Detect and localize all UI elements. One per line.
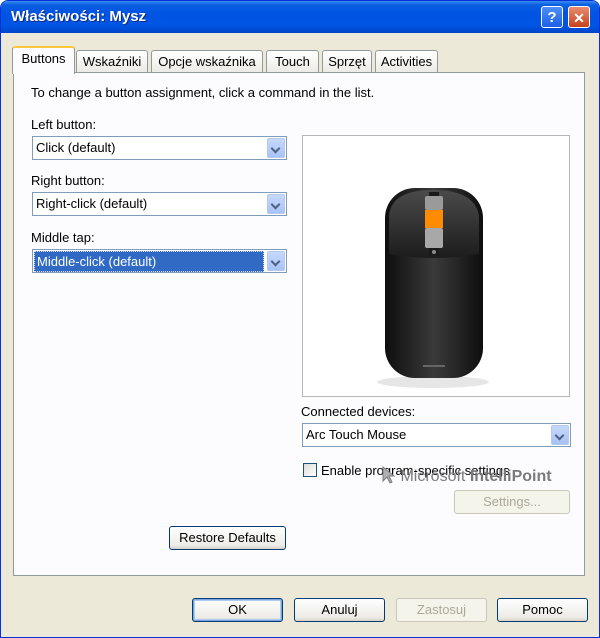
- close-icon[interactable]: ✕: [568, 6, 590, 28]
- buttons-tab-panel: To change a button assignment, click a c…: [13, 72, 585, 576]
- arc-touch-mouse-image: [377, 188, 489, 388]
- help-button[interactable]: Pomoc: [497, 598, 588, 622]
- cancel-button[interactable]: Anuluj: [294, 598, 385, 622]
- help-icon[interactable]: ?: [541, 6, 563, 28]
- title-bar[interactable]: Właściwości: Mysz ? ✕: [1, 1, 599, 33]
- right-button-value: Right-click (default): [36, 196, 148, 211]
- tab-sprzet[interactable]: Sprzęt: [322, 50, 372, 72]
- dropdown-arrow-icon[interactable]: [267, 251, 285, 271]
- ok-button[interactable]: OK: [192, 598, 283, 622]
- dropdown-arrow-icon[interactable]: [267, 194, 285, 214]
- left-button-dropdown[interactable]: Click (default): [32, 136, 287, 160]
- apply-button[interactable]: Zastosuj: [396, 598, 487, 622]
- dropdown-arrow-icon[interactable]: [551, 425, 569, 445]
- right-button-label: Right button:: [31, 173, 105, 188]
- tab-touch[interactable]: Touch: [266, 50, 319, 72]
- program-specific-checkbox[interactable]: [303, 463, 317, 477]
- dropdown-arrow-icon[interactable]: [267, 138, 285, 158]
- properties-window: Właściwości: Mysz ? ✕ Buttons Wskaźniki …: [0, 0, 600, 638]
- right-button-dropdown[interactable]: Right-click (default): [32, 192, 287, 216]
- settings-button[interactable]: Settings...: [454, 490, 570, 514]
- middle-tap-label: Middle tap:: [31, 230, 95, 245]
- intellipoint-brand: Microsoft IntelliPoint: [382, 465, 552, 486]
- left-button-label: Left button:: [31, 117, 97, 132]
- tab-opcje-wskaznika[interactable]: Opcje wskaźnika: [151, 50, 263, 72]
- left-button-value: Click (default): [36, 140, 116, 155]
- restore-defaults-button[interactable]: Restore Defaults: [169, 526, 286, 550]
- connected-devices-value: Arc Touch Mouse: [306, 427, 407, 442]
- brand-product: IntelliPoint: [469, 468, 552, 485]
- mouse-preview: [302, 135, 570, 397]
- connected-devices-label: Connected devices:: [301, 404, 416, 419]
- tab-activities[interactable]: Activities: [375, 50, 438, 72]
- window-title: Właściwości: Mysz: [11, 8, 147, 25]
- intellipoint-cursor-icon: [382, 465, 396, 484]
- brand-prefix: Microsoft: [400, 468, 466, 485]
- tab-buttons[interactable]: Buttons: [12, 46, 75, 74]
- instruction-text: To change a button assignment, click a c…: [31, 85, 375, 100]
- middle-tap-dropdown[interactable]: Middle-click (default): [32, 249, 287, 273]
- tab-wskazniki[interactable]: Wskaźniki: [76, 50, 148, 72]
- middle-tap-value: Middle-click (default): [34, 251, 264, 272]
- connected-devices-dropdown[interactable]: Arc Touch Mouse: [302, 423, 571, 447]
